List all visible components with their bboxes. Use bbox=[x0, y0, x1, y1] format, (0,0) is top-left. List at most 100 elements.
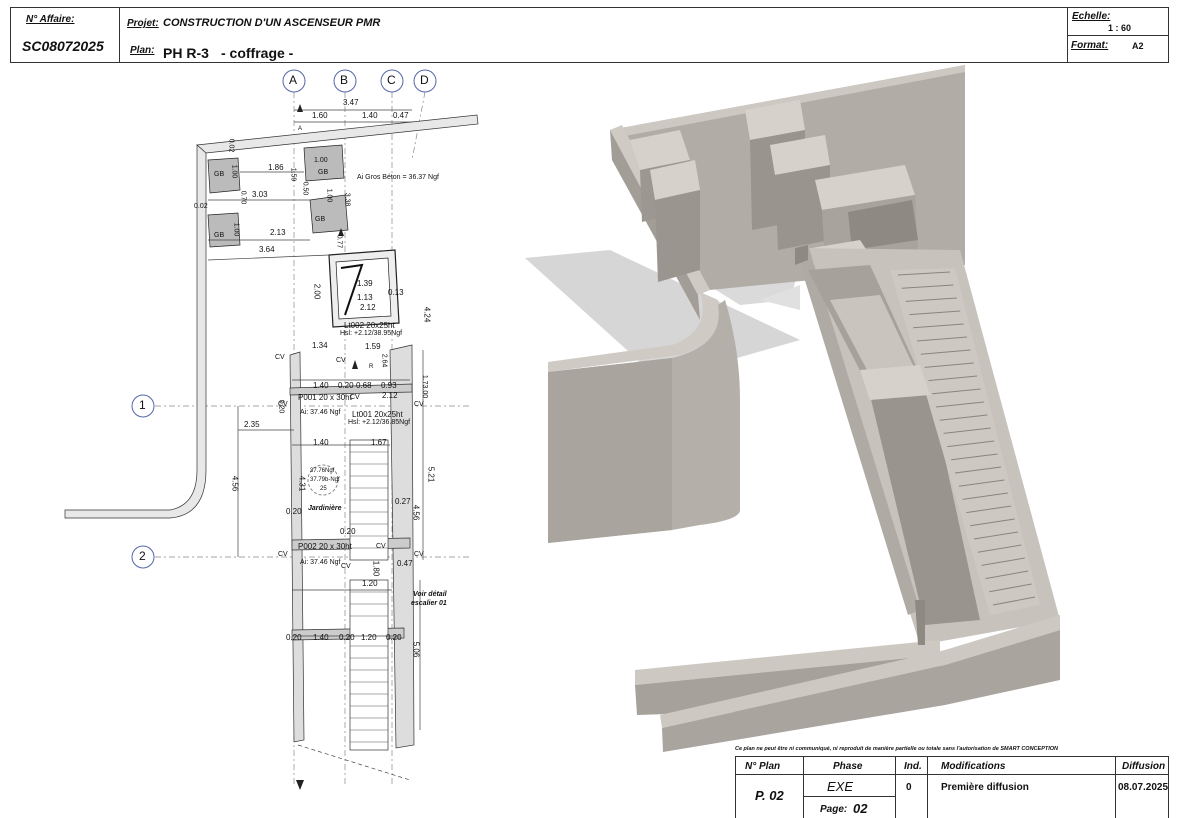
dim-264: 2.64 bbox=[380, 353, 388, 368]
dim-100d: 1.00 bbox=[325, 188, 333, 203]
dim-002b: 0.02 bbox=[194, 203, 208, 210]
lintel-lt001-hsl: Hsl: +2.12/36.85Ngf bbox=[348, 419, 411, 426]
cartouche-v6 bbox=[1168, 756, 1169, 818]
level-ai-2: Ai: 37.46 Ngf bbox=[300, 559, 341, 566]
lintel-lt001: Lt001 20x25ht bbox=[352, 410, 403, 419]
gros-beton-level: Ai Gros Béton = 36.37 Ngf bbox=[357, 174, 439, 181]
dim-160: 1.60 bbox=[312, 111, 328, 120]
cartouche-top-line bbox=[735, 756, 1169, 757]
modif-value: Première diffusion bbox=[941, 782, 1029, 793]
cv-label-9: CV bbox=[341, 563, 351, 570]
dim-180: 1.80 bbox=[371, 560, 381, 577]
col-diffusion: Diffusion bbox=[1122, 761, 1166, 772]
dim-100a: 1.00 bbox=[230, 164, 238, 179]
projet-value: CONSTRUCTION D'UN ASCENSEUR PMR bbox=[163, 17, 381, 29]
echelle-label: Echelle: bbox=[1072, 11, 1111, 22]
cartouche-v4 bbox=[927, 756, 928, 818]
dim-186: 1.86 bbox=[268, 163, 284, 172]
plan-value: PH R-3 bbox=[163, 45, 209, 61]
page-label: Page: bbox=[820, 804, 848, 815]
stair-tread-line bbox=[981, 557, 1025, 566]
stair-tread-line bbox=[958, 479, 1005, 487]
dim-456a: 4.56 bbox=[230, 475, 240, 492]
dim-113a: 1.13 bbox=[357, 293, 373, 302]
dim-140c: 1.40 bbox=[313, 438, 329, 447]
stair-tread-line bbox=[977, 544, 1022, 553]
frame-top bbox=[10, 7, 1168, 8]
plan-label: Plan: bbox=[130, 45, 155, 56]
stair-tread-line bbox=[920, 349, 971, 355]
dim-120b: 1.20 bbox=[361, 633, 377, 642]
dim-020c: 0.20 bbox=[286, 507, 302, 516]
dim-077: 0.77 bbox=[335, 234, 343, 249]
stair-tread-line bbox=[954, 466, 1002, 474]
stair-tread-line bbox=[924, 362, 974, 368]
dim-212b: 2.12 bbox=[382, 391, 398, 400]
stair-tread-line bbox=[905, 297, 957, 302]
stair-tread-line bbox=[913, 323, 964, 329]
dim-140d: 1.40 bbox=[313, 633, 329, 642]
echelle-value: 1 : 60 bbox=[1108, 23, 1132, 33]
cv-label-4: CV bbox=[350, 394, 360, 401]
stair-tread-line bbox=[966, 505, 1012, 514]
axis-label-c: C bbox=[387, 73, 396, 87]
dim-213: 2.13 bbox=[270, 228, 286, 237]
stair-tread-line bbox=[985, 570, 1029, 580]
dim-027: 0.27 bbox=[395, 497, 411, 506]
frame-left bbox=[10, 7, 11, 63]
gb-label-2: GB bbox=[318, 169, 329, 176]
phase-value: EXE bbox=[827, 779, 854, 794]
dim-424: 4.24 bbox=[422, 306, 432, 323]
ind-value: 0 bbox=[906, 782, 912, 793]
stair-tread-line bbox=[935, 401, 985, 408]
dim-020d: 0.20 bbox=[340, 527, 356, 536]
dim-212a: 2.12 bbox=[360, 303, 376, 312]
stair-tread-line bbox=[951, 453, 998, 461]
dim-020g: 0.20 bbox=[386, 633, 402, 642]
dim-134: 1.34 bbox=[312, 341, 328, 350]
lintel-lt002: Lt002 20x25ht bbox=[344, 321, 395, 330]
dim-139: 1.39 bbox=[357, 279, 373, 288]
dim-140: 1.40 bbox=[362, 111, 378, 120]
stair-tread-line bbox=[970, 518, 1015, 527]
section-arrow-a: A bbox=[298, 126, 303, 132]
dim-total-top: 3.47 bbox=[343, 98, 359, 107]
dim-020e: 0.20 bbox=[286, 633, 302, 642]
dim-506: 5.06 bbox=[411, 641, 421, 658]
page-value: 02 bbox=[853, 801, 868, 816]
col-ind: Ind. bbox=[904, 761, 922, 772]
lintel-lt002-hsl: Hsl: +2.12/38.95Ngf bbox=[340, 330, 403, 337]
disclaimer-text: Ce plan ne peut être ni communiqué, ni r… bbox=[735, 746, 1059, 752]
format-label: Format: bbox=[1071, 40, 1109, 51]
stair-treads-3d bbox=[897, 271, 1036, 606]
col-nplan: N° Plan bbox=[745, 761, 781, 772]
dim-303: 3.03 bbox=[252, 190, 268, 199]
cartouche-v2 bbox=[803, 756, 804, 818]
frame-right bbox=[1168, 7, 1169, 63]
dim-020f: 0.20 bbox=[339, 633, 355, 642]
pillar-p002: P002 20 x 30ht bbox=[298, 542, 352, 551]
level-tag-2: 37.79b-Ngf bbox=[310, 477, 340, 483]
cv-label-7: CV bbox=[376, 543, 386, 550]
stair-tread-line bbox=[947, 440, 995, 448]
dim-140b: 1.40 bbox=[313, 381, 329, 390]
dim-159b: 1.59 bbox=[365, 342, 381, 351]
cartouche-v1 bbox=[735, 756, 736, 818]
section-arrow-r: R bbox=[369, 364, 374, 370]
jardiniere-label: Jardinière bbox=[308, 505, 342, 512]
level-tag-1: 37.76Ngf bbox=[310, 468, 335, 474]
affaire-value: SC08072025 bbox=[22, 38, 104, 54]
dim-047b: 0.47 bbox=[397, 559, 413, 568]
cartouche-v3 bbox=[895, 756, 896, 818]
stair-tread-line bbox=[943, 427, 991, 434]
frame-right-mid bbox=[1067, 35, 1168, 36]
axis-label-d: D bbox=[420, 73, 429, 87]
dim-167: 1.67 bbox=[371, 438, 387, 447]
level-tag-3: 25 bbox=[320, 486, 327, 492]
stair-tread-line bbox=[939, 414, 988, 421]
dim-431: 4.31 bbox=[297, 475, 307, 492]
affaire-label: N° Affaire: bbox=[26, 14, 75, 25]
dim-013: 0.13 bbox=[388, 288, 404, 297]
dim-120a: 1.20 bbox=[362, 579, 378, 588]
dim-456b: 4.56 bbox=[411, 504, 421, 521]
